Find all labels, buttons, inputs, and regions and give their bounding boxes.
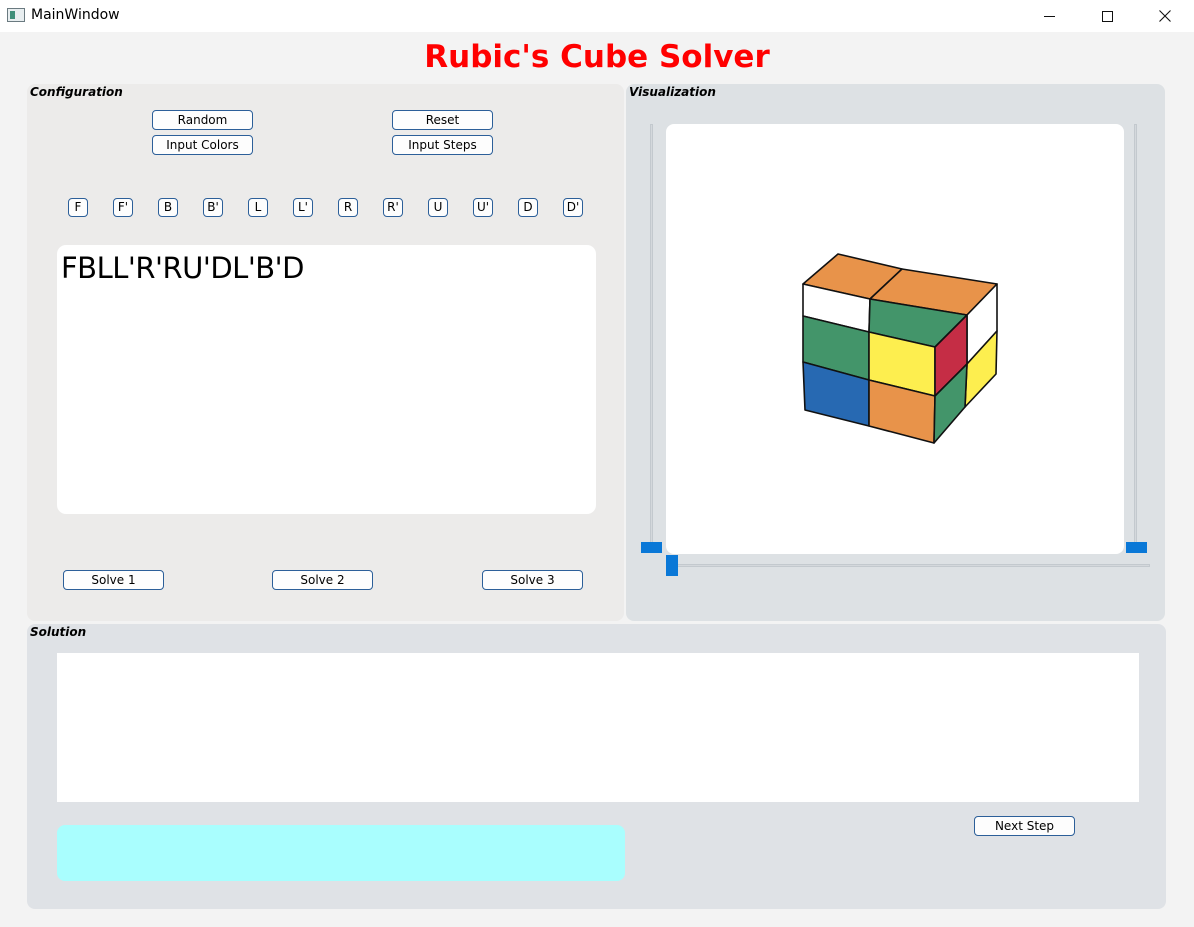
close-button[interactable]: [1136, 0, 1194, 32]
maximize-icon: [1101, 10, 1113, 22]
reset-button[interactable]: Reset: [392, 110, 493, 130]
move-button-b-prime[interactable]: B': [203, 198, 223, 217]
minimize-icon: [1043, 15, 1055, 17]
left-vertical-slider-track[interactable]: [650, 124, 653, 552]
steps-text-area[interactable]: FBLL'R'RU'DL'B'D: [57, 245, 596, 514]
next-step-button[interactable]: Next Step: [974, 816, 1075, 836]
title-bar: MainWindow: [0, 0, 1194, 32]
move-button-u-prime[interactable]: U': [473, 198, 493, 217]
solve-3-button[interactable]: Solve 3: [482, 570, 583, 590]
maximize-button[interactable]: [1078, 0, 1136, 32]
configuration-label: Configuration: [30, 85, 123, 99]
move-button-r-prime[interactable]: R': [383, 198, 403, 217]
move-button-d-prime[interactable]: D': [563, 198, 583, 217]
right-vertical-slider-handle[interactable]: [1126, 542, 1147, 553]
solve-2-button[interactable]: Solve 2: [272, 570, 373, 590]
move-button-u[interactable]: U: [428, 198, 448, 217]
app-title: Rubic's Cube Solver: [424, 39, 770, 75]
horizontal-slider-handle[interactable]: [666, 555, 678, 576]
move-button-l[interactable]: L: [248, 198, 268, 217]
horizontal-slider-track[interactable]: [666, 564, 1150, 567]
left-vertical-slider-handle[interactable]: [641, 542, 662, 553]
cube-3d-view: [802, 253, 998, 444]
input-steps-button[interactable]: Input Steps: [392, 135, 493, 155]
minimize-button[interactable]: [1020, 0, 1078, 32]
move-button-b[interactable]: B: [158, 198, 178, 217]
move-button-l-prime[interactable]: L': [293, 198, 313, 217]
random-button[interactable]: Random: [152, 110, 253, 130]
visualization-label: Visualization: [629, 85, 716, 99]
move-button-f[interactable]: F: [68, 198, 88, 217]
solution-label: Solution: [30, 625, 87, 639]
right-vertical-slider-track[interactable]: [1134, 124, 1137, 552]
close-icon: [1159, 10, 1171, 22]
app-icon: [7, 8, 25, 22]
cube-canvas[interactable]: [666, 124, 1124, 554]
solution-text-area[interactable]: [57, 653, 1139, 802]
input-colors-button[interactable]: Input Colors: [152, 135, 253, 155]
window-title: MainWindow: [31, 7, 120, 23]
solve-1-button[interactable]: Solve 1: [63, 570, 164, 590]
solution-status-box: [57, 825, 625, 881]
move-button-d[interactable]: D: [518, 198, 538, 217]
move-button-r[interactable]: R: [338, 198, 358, 217]
move-button-f-prime[interactable]: F': [113, 198, 133, 217]
